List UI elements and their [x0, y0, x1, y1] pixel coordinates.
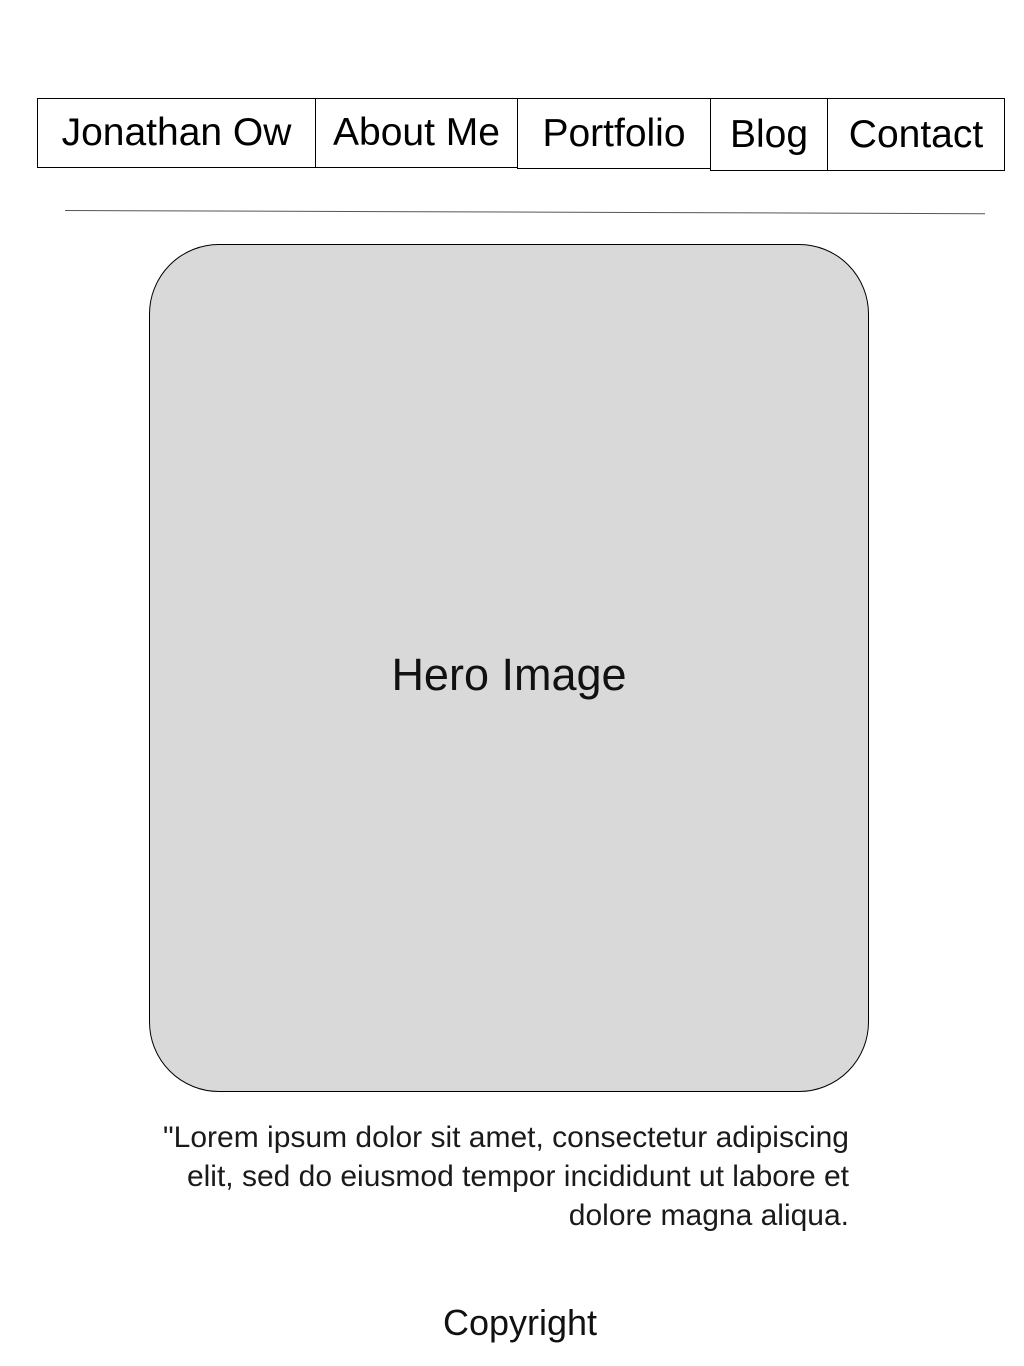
hero-image-placeholder: Hero Image: [149, 244, 869, 1092]
hero-image-label: Hero Image: [391, 649, 627, 700]
nav-blog-label: Blog: [729, 112, 809, 156]
footer-copyright: Copyright: [442, 1302, 598, 1343]
nav-portfolio-link[interactable]: Portfolio: [517, 98, 711, 169]
nav-about-link[interactable]: About Me: [315, 98, 518, 168]
header-divider: [64, 210, 985, 215]
quote-text: "Lorem ipsum dolor sit amet, consectetur…: [163, 1121, 849, 1232]
nav-about-label: About Me: [333, 111, 500, 154]
nav-brand-link[interactable]: Jonathan Ow: [37, 98, 316, 168]
nav-blog-link[interactable]: Blog: [710, 98, 828, 171]
nav-contact-label: Contact: [848, 112, 984, 156]
nav-portfolio-label: Portfolio: [542, 111, 686, 155]
nav-brand-label: Jonathan Ow: [61, 111, 292, 154]
nav-contact-link[interactable]: Contact: [827, 98, 1005, 171]
